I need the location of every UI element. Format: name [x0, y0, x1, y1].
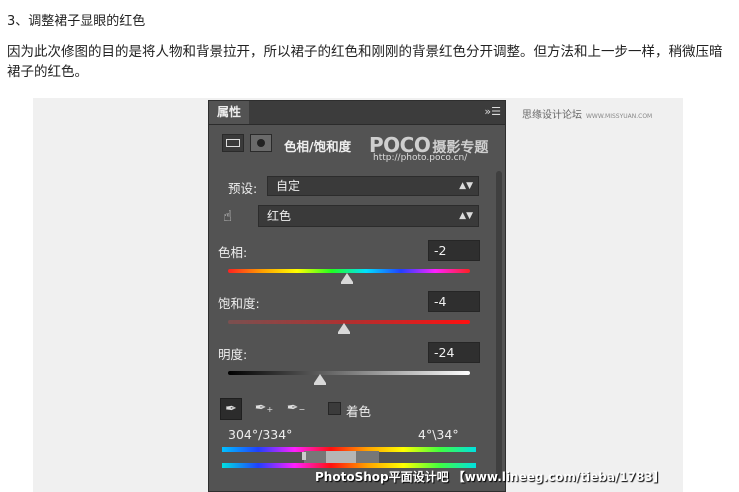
color-range-slider[interactable]: [302, 451, 379, 463]
tab-properties[interactable]: 属性: [209, 101, 250, 124]
saturation-label: 饱和度:: [218, 296, 260, 311]
eyedropper-icon[interactable]: ✒: [220, 398, 242, 420]
article-paragraph: 因为此次修图的目的是将人物和背景拉开，所以裙子的红色和刚刚的背景红色分开调整。但…: [7, 44, 723, 80]
poco-url: http://photo.poco.cn/: [373, 153, 468, 163]
hand-target-icon[interactable]: ☝: [223, 207, 232, 225]
lightness-track[interactable]: [228, 371, 470, 375]
article-heading: 3、调整裙子显眼的红色: [7, 14, 146, 29]
lightness-label: 明度:: [218, 347, 248, 362]
lightness-value-field[interactable]: -24: [428, 342, 480, 363]
channel-select[interactable]: 红色 ▲▼: [258, 205, 479, 227]
menu-icon[interactable]: »☰: [484, 105, 501, 118]
hue-label: 色相:: [218, 245, 248, 260]
saturation-value-field[interactable]: -4: [428, 291, 480, 312]
chevron-updown-icon: ▲▼: [459, 181, 473, 191]
footer-watermark: PhotoShop平面设计吧 【www.lineeg.com/tieba/178…: [315, 470, 665, 484]
eyedropper-subtract-icon[interactable]: ✒−: [285, 398, 307, 420]
preset-select[interactable]: 自定 ▲▼: [267, 176, 479, 196]
site-watermark: 思缘设计论坛 WWW.MISSYUAN.COM: [522, 106, 652, 121]
eyedropper-add-icon[interactable]: ✒+: [253, 398, 275, 420]
saturation-slider-thumb[interactable]: [338, 323, 351, 334]
levels-icon[interactable]: [222, 134, 244, 152]
poco-watermark: POCO 摄影专题 http://photo.poco.cn/: [369, 133, 488, 163]
site-url: WWW.MISSYUAN.COM: [586, 113, 653, 120]
range-right-degrees: 4°\34°: [418, 427, 459, 442]
channel-value: 红色: [267, 209, 292, 223]
hue-value-field[interactable]: -2: [428, 240, 480, 261]
panel-scrollbar[interactable]: [496, 171, 502, 481]
mask-icon[interactable]: [250, 134, 272, 152]
lightness-slider-thumb[interactable]: [313, 374, 326, 385]
chevron-updown-icon: ▲▼: [459, 211, 473, 221]
range-left-degrees: 304°/334°: [228, 427, 293, 442]
preset-label: 预设:: [228, 181, 258, 196]
site-name: 思缘设计论坛: [522, 110, 582, 121]
preset-value: 自定: [276, 179, 301, 193]
hue-slider-thumb[interactable]: [340, 273, 353, 284]
adjustment-title: 色相/饱和度: [284, 139, 352, 154]
panel-titlebar: 属性 »☰: [209, 101, 505, 125]
colorize-label: 着色: [346, 404, 372, 419]
colorize-checkbox[interactable]: [328, 402, 341, 415]
properties-panel: 属性 »☰ 色相/饱和度 POCO 摄影专题 http://photo.poco.…: [208, 100, 506, 492]
